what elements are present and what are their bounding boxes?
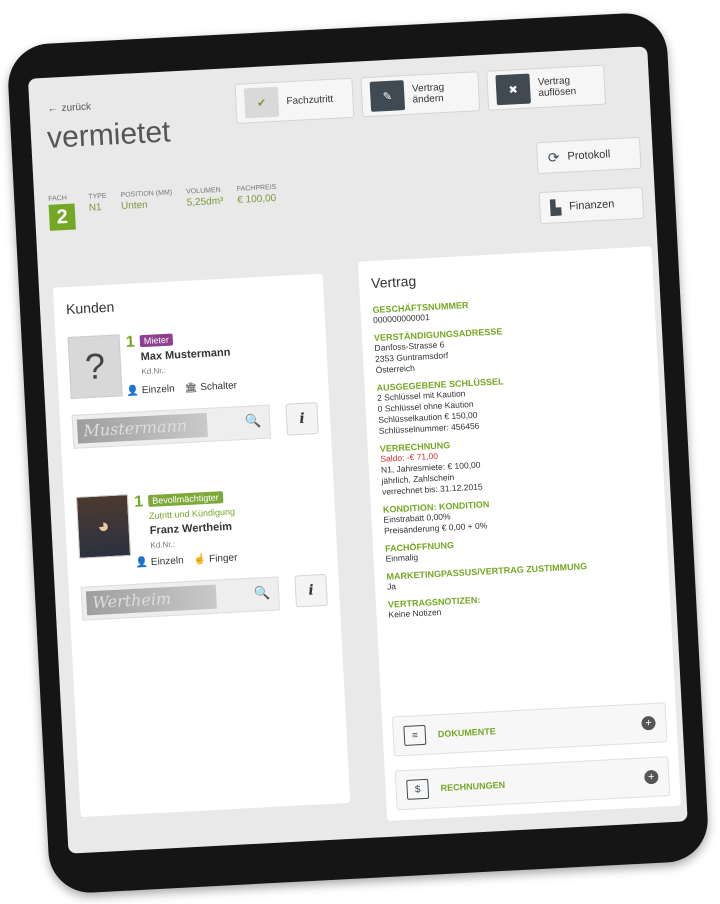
search-icon[interactable]: 🔍 bbox=[245, 413, 262, 430]
kunden-title: Kunden bbox=[65, 298, 115, 318]
fach-number: 2 bbox=[48, 203, 76, 231]
vertrag-section: VERTRAGSNOTIZEN: Keine Notizen bbox=[388, 586, 659, 621]
rechnungen-label: RECHNUNGEN bbox=[440, 779, 506, 794]
protokoll-button[interactable]: ⟳ Protokoll bbox=[535, 136, 642, 175]
customer-number: 1 bbox=[133, 493, 144, 511]
document-icon: ≡ bbox=[403, 724, 427, 746]
vertrag-details: GESCHÄFTSNUMMER 000000000001 VERSTÄNDIGUNG… bbox=[360, 290, 670, 621]
fachpreis-label: FACHPREIS bbox=[236, 183, 277, 193]
vertrag-title: Vertrag bbox=[370, 272, 417, 292]
back-link[interactable]: ← zurück bbox=[47, 102, 91, 115]
avatar-placeholder-icon: ? bbox=[67, 334, 123, 399]
stat-volumen: VOLUMEN 5,25dm³ bbox=[186, 187, 224, 209]
volumen-value: 5,25dm³ bbox=[186, 195, 224, 209]
delete-contract-icon: ✖ bbox=[495, 73, 531, 106]
customer-kdnr: Kd.Nr.: bbox=[150, 539, 176, 550]
invoice-icon: $ bbox=[406, 778, 430, 800]
customer-number: 1 bbox=[125, 333, 136, 351]
vertrag-section: VERRECHNUNG Saldo: -€ 71,00 N1, Jahresmiet… bbox=[380, 430, 652, 498]
vertrag-section: VERSTÄNDIGUNGSADRESSE Danfoss-Strasse 6 23… bbox=[374, 319, 646, 376]
vertrag-section: AUSGEGEBENE SCHLÜSSEL 2 Schlüssel mit Kau… bbox=[376, 369, 648, 437]
search-icon[interactable]: 🔍 bbox=[254, 585, 271, 602]
role-badge: Bevollmächtigter bbox=[147, 491, 223, 508]
customer-kdnr: Kd.Nr.: bbox=[141, 365, 167, 377]
fachzutritt-button[interactable]: ✔ Fachzutritt bbox=[234, 77, 355, 124]
toolbar: ✔ Fachzutritt ✎ Vertrag ändern ✖ Vertrag… bbox=[234, 64, 607, 124]
customer-card: ◕ 1 Bevollmächtigter Zutritt und Kündigu… bbox=[75, 484, 328, 621]
page-title: vermietet bbox=[46, 115, 172, 155]
vertrag-aendern-button[interactable]: ✎ Vertrag ändern bbox=[360, 71, 481, 118]
auth-methods: 👤 Einzeln ☝ Finger bbox=[135, 552, 238, 568]
person-icon: 👤 bbox=[135, 557, 149, 569]
person-icon: 👤 bbox=[126, 385, 140, 398]
signature-field[interactable]: Mustermann 🔍 bbox=[71, 404, 272, 449]
fachpreis-value: € 100,00 bbox=[237, 192, 277, 206]
role-description: Zutritt und Kündigung bbox=[148, 506, 236, 522]
app-screen: ← zurück vermietet ✔ Fachzutritt ✎ Vertr… bbox=[27, 46, 688, 854]
position-value: Unten bbox=[120, 199, 149, 213]
volumen-label: VOLUMEN bbox=[185, 186, 221, 196]
locker-stats: FACH 2 TYPE N1 POSITION (MM) Unten VOLUM… bbox=[48, 184, 278, 231]
info-button[interactable]: i bbox=[285, 402, 319, 436]
role-badge: Mieter bbox=[139, 333, 174, 348]
dokumente-label: DOKUMENTE bbox=[437, 726, 497, 740]
position-label: POSITION (MM) bbox=[120, 189, 173, 200]
vertrag-panel: Vertrag GESCHÄFTSNUMMER 000000000001 VERST… bbox=[357, 246, 681, 821]
chart-icon: ▙ bbox=[549, 198, 562, 216]
back-label: zurück bbox=[61, 101, 92, 115]
type-value: N1 bbox=[88, 202, 102, 214]
stat-position: POSITION (MM) Unten bbox=[120, 189, 173, 212]
vertrag-aufloesen-button[interactable]: ✖ Vertrag auflösen bbox=[486, 64, 607, 111]
auth-einzeln: 👤 Einzeln bbox=[126, 383, 175, 398]
customer-name: Franz Wertheim bbox=[149, 520, 233, 537]
refresh-icon: ⟳ bbox=[547, 148, 560, 166]
counter-icon: 🏛 bbox=[184, 382, 198, 394]
fach-label: FACH bbox=[48, 194, 68, 203]
finanzen-label: Finanzen bbox=[568, 198, 615, 213]
rechnungen-accordion[interactable]: $ RECHNUNGEN + bbox=[394, 756, 671, 811]
customer-name: Max Mustermann bbox=[140, 346, 231, 364]
vertrag-section: KONDITION: KONDITION Einstrabatt 0,00% Pre… bbox=[383, 491, 654, 537]
arrow-left-icon: ← bbox=[47, 103, 58, 115]
auth-finger: ☝ Finger bbox=[193, 552, 238, 566]
fingerprint-icon: ☝ bbox=[193, 554, 207, 566]
signature-image: Wertheim bbox=[85, 584, 217, 616]
tablet-frame: ← zurück vermietet ✔ Fachzutritt ✎ Vertr… bbox=[6, 11, 710, 895]
signature-image: Mustermann bbox=[76, 412, 208, 444]
customer-card: ? 1 Mieter Max Mustermann Kd.Nr.: 👤 Einze… bbox=[67, 324, 319, 449]
vertrag-aendern-label: Vertrag ändern bbox=[411, 81, 445, 106]
edit-contract-icon: ✎ bbox=[369, 80, 406, 112]
finanzen-button[interactable]: ▙ Finanzen bbox=[538, 186, 645, 225]
auth-methods: 👤 Einzeln 🏛 Schalter bbox=[126, 380, 237, 397]
stat-type: TYPE N1 bbox=[88, 193, 107, 214]
auth-einzeln: 👤 Einzeln bbox=[135, 555, 184, 569]
signature-field[interactable]: Wertheim 🔍 bbox=[80, 576, 281, 621]
kunden-panel: Kunden ? 1 Mieter Max Mustermann Kd.Nr.:… bbox=[52, 273, 351, 818]
type-label: TYPE bbox=[88, 192, 107, 201]
vertrag-aufloesen-label: Vertrag auflösen bbox=[537, 75, 577, 100]
protokoll-label: Protokoll bbox=[567, 148, 611, 163]
auth-schalter: 🏛 Schalter bbox=[184, 380, 238, 394]
stat-fachpreis: FACHPREIS € 100,00 bbox=[237, 184, 278, 206]
avatar-portrait: ◕ bbox=[75, 494, 132, 559]
info-button[interactable]: i bbox=[294, 573, 328, 608]
key-icon: ✔ bbox=[243, 86, 280, 119]
dokumente-accordion[interactable]: ≡ DOKUMENTE + bbox=[391, 702, 668, 757]
plus-icon[interactable]: + bbox=[644, 769, 659, 785]
plus-icon[interactable]: + bbox=[641, 715, 656, 731]
stat-fach: FACH 2 bbox=[48, 195, 76, 231]
fachzutritt-label: Fachzutritt bbox=[286, 93, 334, 107]
